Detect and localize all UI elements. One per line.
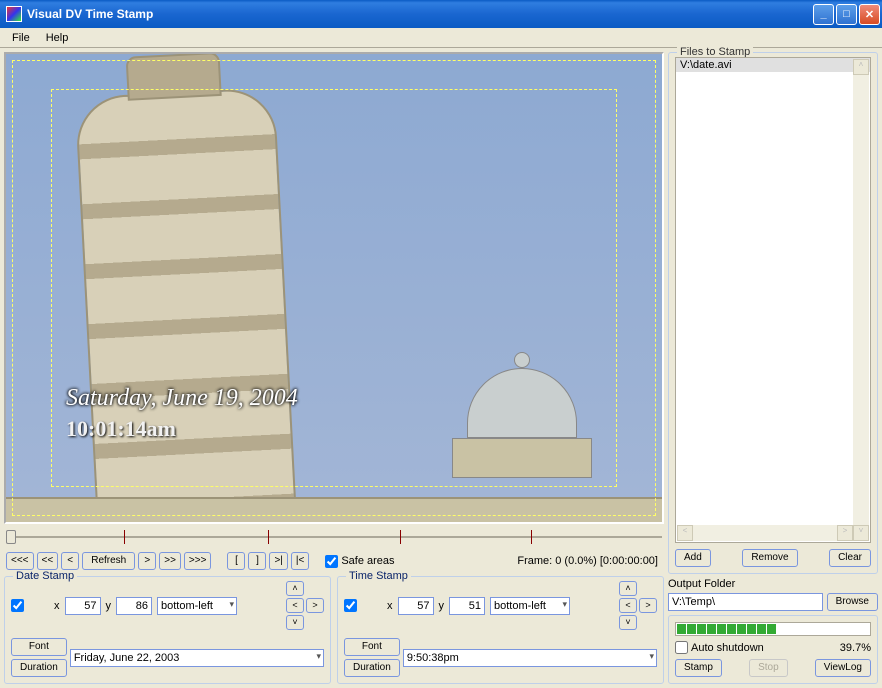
goto-in-button[interactable]: |< — [291, 552, 309, 570]
app-icon — [6, 6, 22, 22]
close-button[interactable]: ✕ — [859, 4, 880, 25]
auto-shutdown-input[interactable] — [675, 641, 688, 654]
output-folder-label: Output Folder — [668, 578, 878, 590]
stamp-button[interactable]: Stamp — [675, 659, 722, 677]
time-stamp-group: Time Stamp x y bottom-left ˄ < > — [337, 576, 664, 684]
date-stamp-group: Date Stamp x y bottom-left ˄ < > — [4, 576, 331, 684]
timeline-slider[interactable] — [4, 528, 664, 546]
nav-step-fwd-button[interactable]: > — [138, 552, 156, 570]
date-stamp-legend: Date Stamp — [13, 570, 77, 582]
date-nudge-left-button[interactable]: < — [286, 598, 304, 613]
nav-forward-fast-button[interactable]: >>> — [184, 552, 212, 570]
date-nudge-right-button[interactable]: > — [306, 598, 324, 613]
safe-areas-input[interactable] — [325, 555, 338, 568]
date-duration-button[interactable]: Duration — [11, 659, 67, 677]
view-log-button[interactable]: ViewLog — [815, 659, 871, 677]
time-x-input[interactable] — [398, 597, 434, 615]
time-y-label: y — [439, 600, 445, 612]
window-title: Visual DV Time Stamp — [27, 7, 813, 21]
time-stamp-legend: Time Stamp — [346, 570, 411, 582]
nav-step-back-button[interactable]: < — [61, 552, 79, 570]
time-x-label: x — [387, 600, 393, 612]
overlay-time: 10:01:14am — [66, 416, 298, 442]
menu-bar: File Help — [0, 28, 882, 48]
date-font-button[interactable]: Font — [11, 638, 67, 656]
date-anchor-select[interactable]: bottom-left — [157, 597, 237, 615]
time-nudge-up-button[interactable]: ˄ — [619, 581, 637, 596]
time-nudge-left-button[interactable]: < — [619, 598, 637, 613]
mark-out-button[interactable]: ] — [248, 552, 266, 570]
vertical-scrollbar[interactable]: ˄˅ — [853, 59, 869, 541]
overlay-date: Saturday, June 19, 2004 — [66, 385, 298, 412]
add-button[interactable]: Add — [675, 549, 711, 567]
browse-button[interactable]: Browse — [827, 593, 878, 611]
process-group: Auto shutdown 39.7% Stamp Stop ViewLog — [668, 615, 878, 684]
clear-button[interactable]: Clear — [829, 549, 871, 567]
safe-areas-checkbox[interactable]: Safe areas — [325, 555, 394, 568]
auto-shutdown-label: Auto shutdown — [691, 642, 764, 654]
files-listbox[interactable]: V:\date.avi ˄˅ <> — [675, 57, 871, 543]
files-to-stamp-group: Files to Stamp V:\date.avi ˄˅ <> Add Rem… — [668, 52, 878, 574]
nav-forward-button[interactable]: >> — [159, 552, 181, 570]
stop-button[interactable]: Stop — [749, 659, 788, 677]
progress-percent: 39.7% — [840, 642, 871, 654]
date-x-input[interactable] — [65, 597, 101, 615]
video-preview: Saturday, June 19, 2004 10:01:14am — [4, 52, 664, 524]
menu-help[interactable]: Help — [38, 30, 77, 46]
mark-in-button[interactable]: [ — [227, 552, 245, 570]
time-duration-button[interactable]: Duration — [344, 659, 400, 677]
safe-areas-label: Safe areas — [341, 555, 394, 567]
menu-file[interactable]: File — [4, 30, 38, 46]
date-nudge-up-button[interactable]: ˄ — [286, 581, 304, 596]
date-stamp-enable-checkbox[interactable] — [11, 599, 24, 612]
time-stamp-enable-checkbox[interactable] — [344, 599, 357, 612]
auto-shutdown-checkbox[interactable]: Auto shutdown — [675, 641, 764, 654]
goto-out-button[interactable]: >| — [269, 552, 287, 570]
maximize-button[interactable]: □ — [836, 4, 857, 25]
output-folder-input[interactable] — [668, 593, 823, 611]
time-value-select[interactable]: 9:50:38pm — [403, 649, 657, 667]
time-anchor-select[interactable]: bottom-left — [490, 597, 570, 615]
title-bar: Visual DV Time Stamp _ □ ✕ — [0, 0, 882, 28]
time-y-input[interactable] — [449, 597, 485, 615]
frame-info: Frame: 0 (0.0%) [0:00:00:00] — [517, 555, 662, 567]
list-item[interactable]: V:\date.avi — [676, 58, 870, 72]
minimize-button[interactable]: _ — [813, 4, 834, 25]
date-y-input[interactable] — [116, 597, 152, 615]
progress-bar — [675, 622, 871, 636]
date-x-label: x — [54, 600, 60, 612]
refresh-button[interactable]: Refresh — [82, 552, 135, 570]
time-nudge-right-button[interactable]: > — [639, 598, 657, 613]
date-y-label: y — [106, 600, 112, 612]
remove-button[interactable]: Remove — [742, 549, 797, 567]
horizontal-scrollbar[interactable]: <> — [677, 525, 853, 541]
date-value-select[interactable]: Friday, June 22, 2003 — [70, 649, 324, 667]
nav-rewind-button[interactable]: << — [37, 552, 59, 570]
date-nudge-down-button[interactable]: ˅ — [286, 615, 304, 630]
time-nudge-down-button[interactable]: ˅ — [619, 615, 637, 630]
time-font-button[interactable]: Font — [344, 638, 400, 656]
nav-rewind-fast-button[interactable]: <<< — [6, 552, 34, 570]
